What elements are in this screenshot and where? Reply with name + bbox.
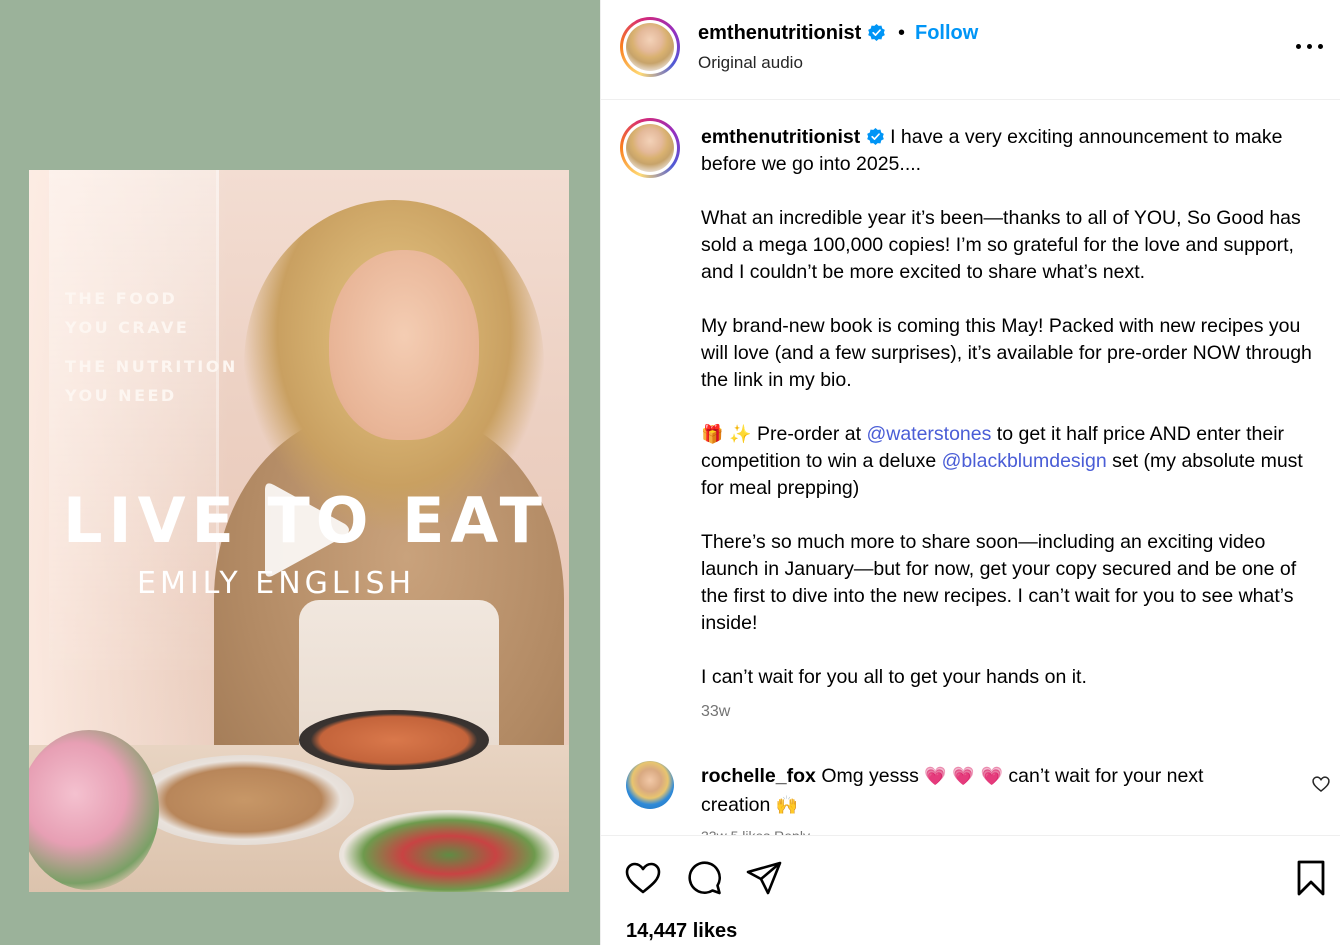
follow-button[interactable]: Follow [915,22,978,45]
more-horizontal-icon[interactable] [1295,36,1325,56]
post-header: emthenutritionist • Follow Original audi… [601,0,1340,100]
caption-paragraph-4: 🎁 ✨ Pre-order at @waterstones to get it … [701,423,1303,499]
comment-item: rochelle_fox Omg yesss 💗 💗 💗 can’t wait … [601,760,1340,836]
caption-paragraph-6: I can’t wait for you all to get your han… [701,666,1087,688]
avatar-photo [626,23,674,71]
avatar-photo [626,124,674,172]
cover-plate [134,755,354,845]
caption-author-username[interactable]: emthenutritionist [701,126,860,148]
raised-hands-emoji: 🙌 [775,795,799,816]
post-timestamp[interactable]: 33w [701,703,730,721]
comment-text: rochelle_fox Omg yesss 💗 💗 💗 can’t wait … [701,765,1204,816]
post-details-panel: emthenutritionist • Follow Original audi… [600,0,1340,945]
mention-waterstones[interactable]: @waterstones [866,423,991,445]
cover-tagline-1: THE FOOD YOU CRAVE [65,289,190,337]
cover-salad [339,810,559,892]
cover-pan [299,710,489,770]
likes-count[interactable]: 14,447 likes [626,920,737,943]
author-avatar[interactable] [620,17,680,77]
post-caption: emthenutritionist I have a very exciting… [701,124,1316,691]
hearts-emoji: 💗 💗 💗 [924,766,1003,787]
caption-paragraph-5: There’s so much more to share soon—inclu… [701,531,1297,634]
header-separator: • [898,22,906,44]
gift-sparkles-emoji: 🎁 ✨ [701,424,752,445]
cover-person-face [329,250,479,440]
verified-badge-icon [868,23,885,42]
caption-paragraph-2: What an incredible year it’s been—thanks… [701,207,1301,283]
original-audio-link[interactable]: Original audio [698,53,803,73]
mention-blackblumdesign[interactable]: @blackblumdesign [942,450,1107,472]
caption-author-avatar[interactable] [620,118,680,178]
commenter-avatar[interactable] [626,761,674,809]
author-name-header[interactable]: emthenutritionist [698,22,886,45]
play-icon[interactable] [255,478,355,582]
caption-paragraph-3: My brand-new book is coming this May! Pa… [701,315,1312,391]
verified-badge-icon [866,127,884,146]
commenter-username[interactable]: rochelle_fox [701,765,816,787]
comment-like-heart-icon[interactable] [1311,774,1331,794]
action-bar: 14,447 likes [601,835,1340,945]
post-media[interactable]: THE FOOD YOU CRAVE THE NUTRITION YOU NEE… [0,0,600,945]
comment-icon[interactable] [684,858,724,898]
heart-icon[interactable] [623,858,663,898]
cover-tagline-2: THE NUTRITION YOU NEED [65,357,238,405]
bookmark-icon[interactable] [1291,858,1331,898]
author-username[interactable]: emthenutritionist [698,22,861,44]
share-icon[interactable] [744,858,784,898]
